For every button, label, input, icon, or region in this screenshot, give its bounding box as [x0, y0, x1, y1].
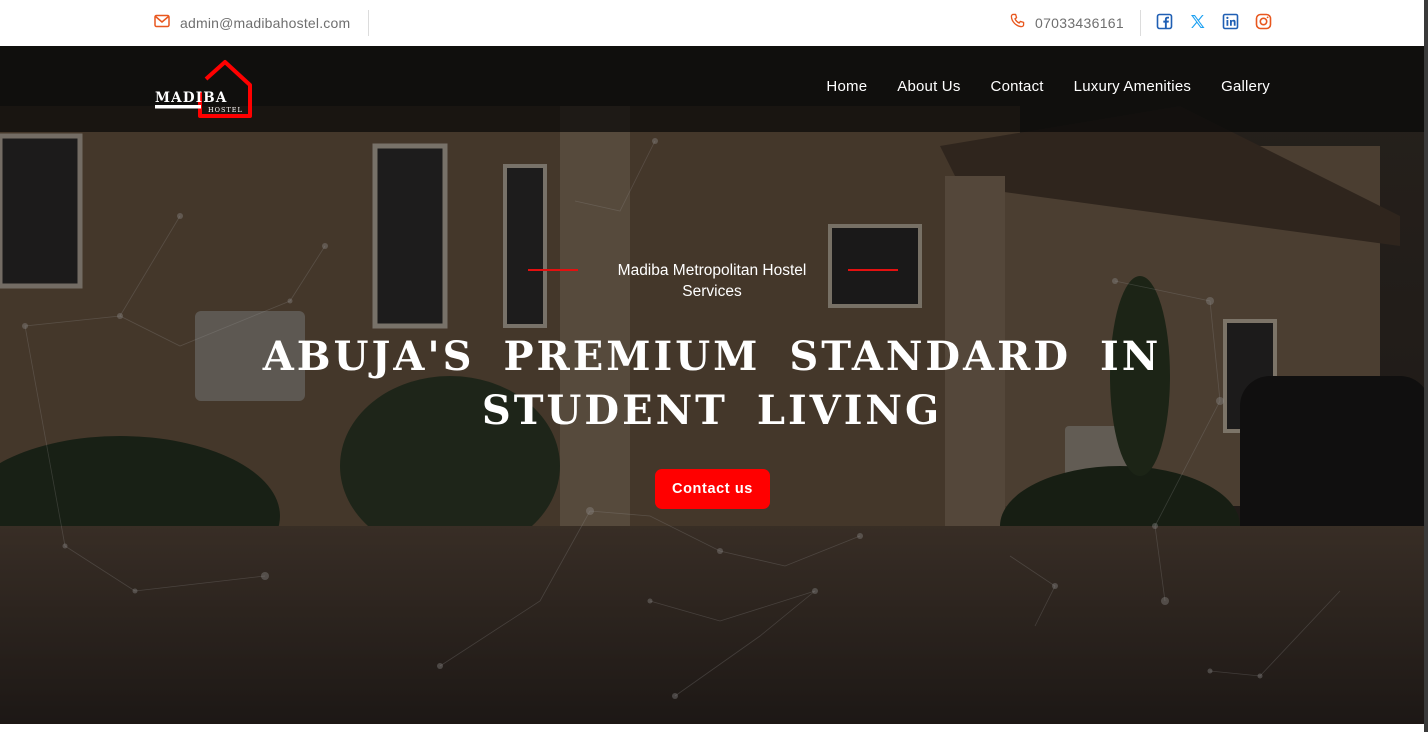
phone-contact[interactable]: 07033436161: [1010, 12, 1124, 34]
svg-text:HOSTEL: HOSTEL: [208, 106, 243, 114]
svg-text:MADIBA: MADIBA: [155, 90, 228, 106]
mail-icon: [154, 14, 170, 33]
primary-nav: Home About Us Contact Luxury Amenities G…: [826, 78, 1270, 95]
email-contact[interactable]: admin@madibahostel.com: [154, 12, 350, 34]
facebook-icon[interactable]: [1156, 13, 1173, 30]
nav-home[interactable]: Home: [826, 78, 867, 95]
instagram-icon[interactable]: [1255, 13, 1272, 30]
nav-luxury-amenities[interactable]: Luxury Amenities: [1074, 78, 1191, 95]
nav-contact[interactable]: Contact: [991, 78, 1044, 95]
madiba-hostel-logo[interactable]: MADIBA HOSTEL: [154, 59, 254, 119]
contact-us-button[interactable]: Contact us: [655, 469, 770, 509]
page-scrollbar[interactable]: [1424, 0, 1428, 732]
eyebrow-text: Madiba Metropolitan Hostel Services: [617, 262, 807, 300]
phone-number[interactable]: 07033436161: [1035, 15, 1124, 31]
eyebrow-left-line: [528, 269, 578, 271]
nav-about-us[interactable]: About Us: [897, 78, 960, 95]
social-links: [1156, 13, 1272, 30]
hero-headline: ABUJA'S PREMIUM STANDARD IN STUDENT LIVI…: [262, 333, 1162, 434]
hero-eyebrow: Madiba Metropolitan Hostel Services: [0, 260, 1428, 304]
eyebrow-right-line: [848, 269, 898, 271]
divider: [1140, 10, 1141, 36]
hero-section: MADIBA HOSTEL Home About Us Contact Luxu…: [0, 46, 1428, 724]
top-contact-bar: admin@madibahostel.com 07033436161: [0, 0, 1428, 46]
divider: [368, 10, 369, 36]
linkedin-icon[interactable]: [1222, 13, 1239, 30]
x-twitter-icon[interactable]: [1189, 13, 1206, 30]
phone-icon: [1010, 13, 1025, 33]
nav-gallery[interactable]: Gallery: [1221, 78, 1270, 95]
email-address[interactable]: admin@madibahostel.com: [180, 15, 350, 31]
main-navbar: MADIBA HOSTEL Home About Us Contact Luxu…: [0, 46, 1428, 132]
